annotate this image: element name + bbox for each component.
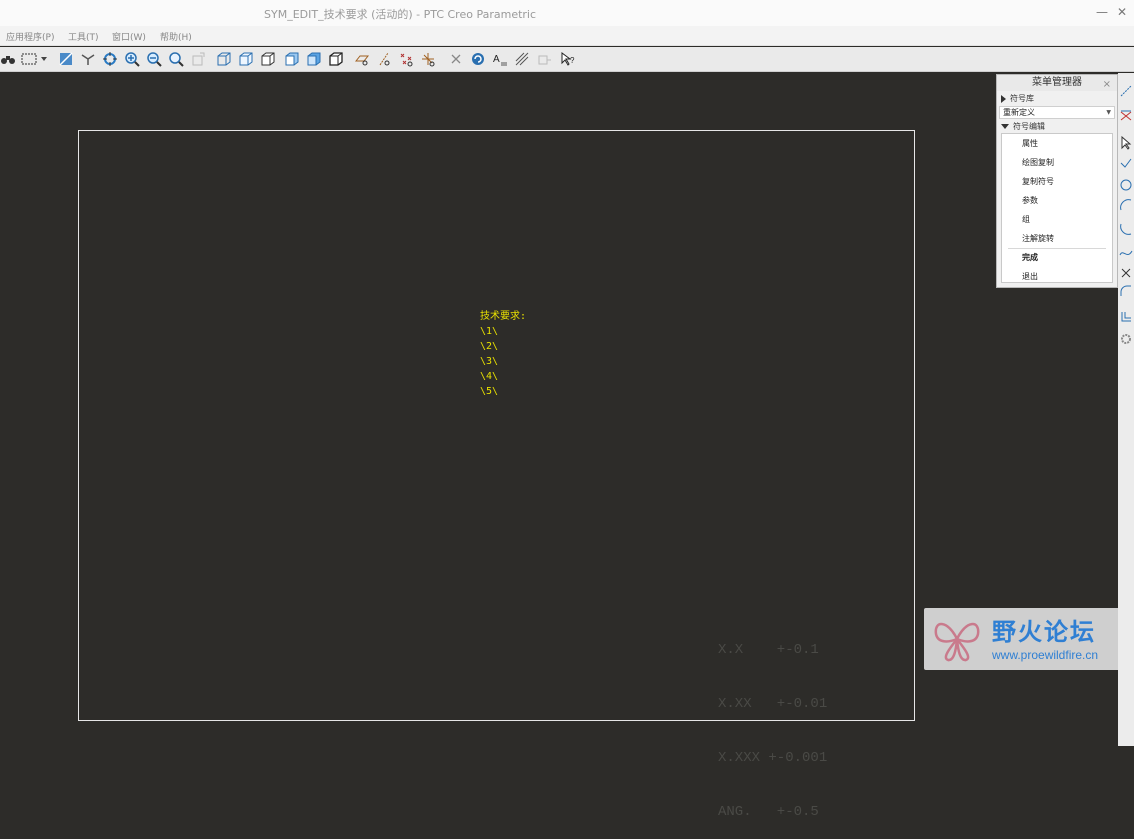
fillet-tool-icon[interactable] [1119,283,1133,297]
right-toolbar [1118,73,1134,746]
axis-icon[interactable] [80,51,96,67]
check-icon[interactable] [1119,155,1133,169]
menu-manager-header: 菜单管理器 × [997,75,1117,91]
window-title: SYM_EDIT_技术要求 (活动的) - PTC Creo Parametri… [264,8,537,21]
note-line: \3\ [480,356,499,367]
arc2-tool-icon[interactable] [1119,221,1133,235]
svg-text:A: A [493,54,500,65]
symbol-library-section[interactable]: 符号库 [999,92,1115,105]
help-cursor-icon[interactable]: ? [560,51,576,67]
regenerate-icon[interactable] [470,51,486,67]
menu-item-done[interactable]: 完成 [1022,252,1038,263]
site-watermark: 野火论坛 www.proewildfire.cn [924,608,1132,670]
zoom-out-icon[interactable] [146,51,162,67]
binoculars-icon[interactable] [0,51,16,67]
selector-value: 重新定义 [1003,108,1035,117]
delete-icon[interactable] [448,51,464,67]
menu-item-draw-copy[interactable]: 绘图复制 [1022,157,1054,168]
menu-applications[interactable]: 应用程序(P) [6,30,54,43]
menu-item-attributes[interactable]: 属性 [1022,138,1038,149]
symbol-edit-menu: 属性 绘图复制 复制符号 参数 组 注解旋转 完成 退出 [1001,133,1113,283]
menu-window[interactable]: 窗口(W) [112,30,146,43]
spline-tool-icon[interactable] [1119,245,1133,259]
menu-manager-title: 菜单管理器 [1032,77,1082,88]
menu-manager-close-button[interactable]: × [1103,77,1111,93]
sketch-tool-icon[interactable] [1119,83,1133,97]
close-button[interactable]: ✕ [1114,4,1130,20]
circle-tool-icon[interactable] [1119,177,1133,191]
view-nohidden-icon[interactable] [260,51,276,67]
section-label: 符号编辑 [1013,122,1045,131]
trim-tool-icon[interactable] [1119,265,1133,279]
zoom-in-icon[interactable] [124,51,140,67]
view-wireframe-icon[interactable] [216,51,232,67]
menu-tools[interactable]: 工具(T) [68,30,99,43]
menu-item-quit[interactable]: 退出 [1022,271,1038,282]
minimize-button[interactable]: — [1094,4,1110,20]
menu-item-copy-symbol[interactable]: 复制符号 [1022,176,1054,187]
toolbar: A ? [0,47,1134,72]
section-label: 符号库 [1010,94,1034,103]
datum-point-icon[interactable] [398,51,414,67]
zoom-fit-icon[interactable] [168,51,184,67]
note-line: \5\ [480,386,499,397]
datum-axis-icon[interactable] [376,51,392,67]
arc-tool-icon[interactable] [1119,197,1133,211]
spin-icon[interactable] [102,51,118,67]
menu-item-note-rotate[interactable]: 注解旋转 [1022,233,1054,244]
datum-plane-icon[interactable] [354,51,370,67]
tolerance-line: X.XXX +-0.001 [718,750,828,766]
tolerance-line: X.XX +-0.01 [718,696,828,712]
symbol-edit-section[interactable]: 符号编辑 [999,120,1115,133]
note-line: 技术要求: [480,311,527,322]
view-hidden-icon[interactable] [238,51,254,67]
reorient-icon[interactable] [190,51,206,67]
menu-help[interactable]: 帮助(H) [160,30,192,43]
menu-divider [1008,248,1106,249]
menu-bar: 应用程序(P) 工具(T) 窗口(W) 帮助(H) [0,26,1134,46]
note-line: \2\ [480,341,499,352]
svg-text:?: ? [570,56,575,65]
title-bar: SYM_EDIT_技术要求 (活动的) - PTC Creo Parametri… [0,0,1134,26]
technical-requirements-note[interactable]: 技术要求: \1\ \2\ \3\ \4\ \5\ [480,309,526,399]
text-style-icon[interactable]: A [492,51,508,67]
menu-item-group[interactable]: 组 [1022,214,1030,225]
view-shaded-edges-icon[interactable] [306,51,322,67]
watermark-text: 野火论坛 [992,618,1096,646]
select-arrow-icon[interactable] [1119,135,1133,150]
note-line: \1\ [480,326,499,337]
redefine-selector[interactable]: 重新定义 ▼ [999,106,1115,119]
hatch-icon[interactable] [514,51,530,67]
note-line: \4\ [480,371,499,382]
view-shaded-icon[interactable] [284,51,300,67]
tolerance-table: X.X +-0.1 X.XX +-0.01 X.XXX +-0.001 ANG.… [718,605,827,839]
view-3d-icon[interactable] [328,51,344,67]
expand-arrow-icon [1001,94,1006,103]
dimension-tool-icon[interactable] [1119,107,1133,121]
select-box-icon[interactable] [20,51,48,67]
menu-item-parameters[interactable]: 参数 [1022,195,1038,206]
tolerance-line: X.X +-0.1 [718,642,819,658]
collapse-arrow-icon [1001,124,1009,129]
tolerance-line: ANG. +-0.5 [718,804,819,820]
dropdown-arrow-icon: ▼ [1106,109,1111,116]
datum-csys-icon[interactable] [420,51,436,67]
butterfly-logo-icon [930,614,984,664]
menu-manager-panel: 菜单管理器 × 符号库 重新定义 ▼ 符号编辑 属性 绘图复制 复制符号 参数 … [996,74,1118,288]
gear-tool-icon[interactable] [1119,331,1133,345]
offset-tool-icon[interactable] [1119,309,1133,323]
layer-icon[interactable] [536,51,552,67]
repaint-icon[interactable] [58,51,74,67]
watermark-url: www.proewildfire.cn [992,648,1099,662]
